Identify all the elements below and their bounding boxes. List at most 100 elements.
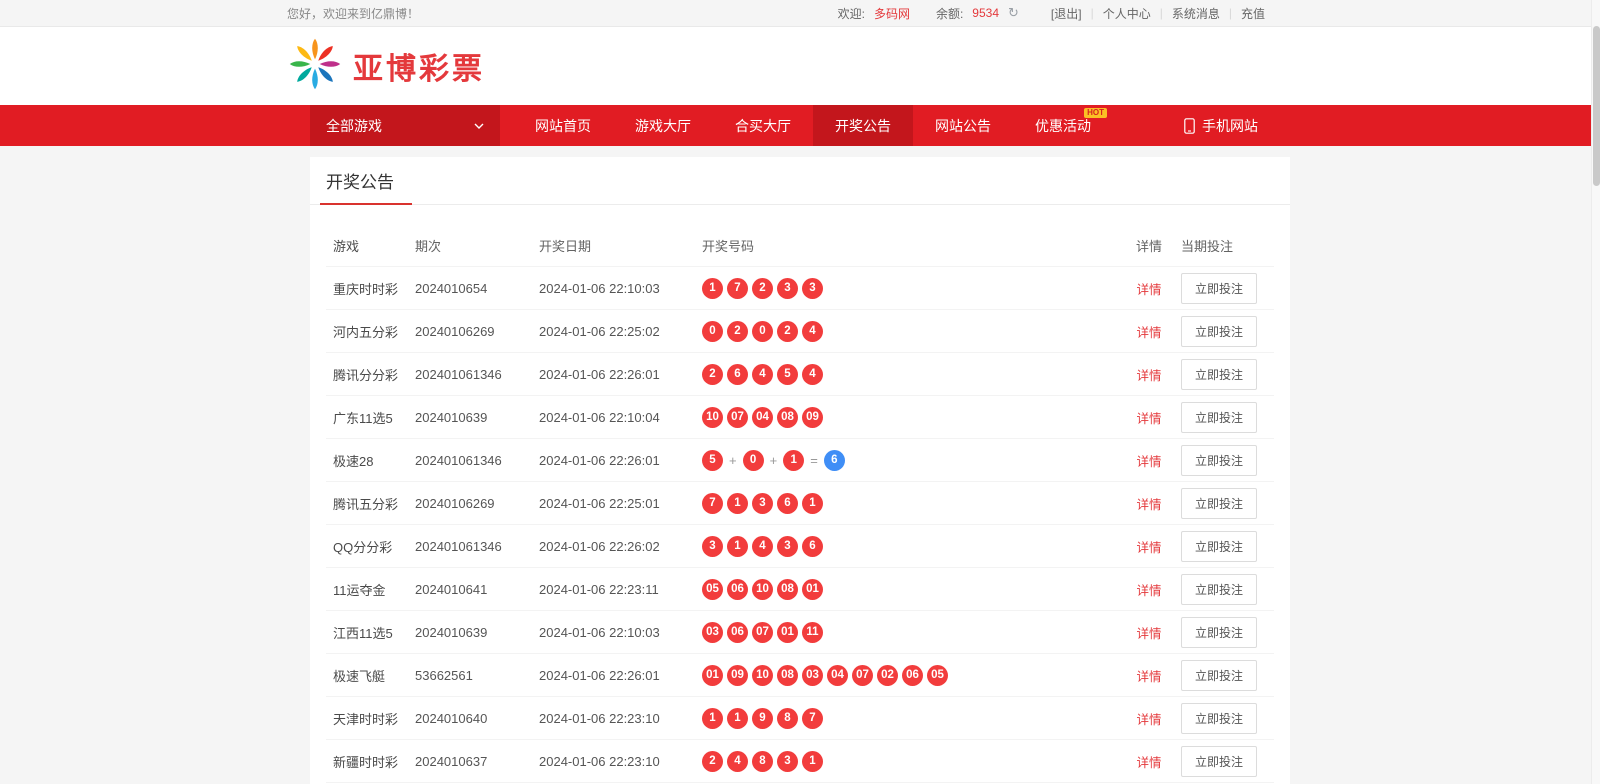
username: 多码网	[874, 5, 910, 22]
lottery-ball: 0	[752, 321, 773, 342]
draw-numbers: 17233	[702, 278, 1117, 299]
detail-link[interactable]: 详情	[1117, 666, 1181, 685]
draw-numbers: 11987	[702, 708, 1117, 729]
divider: |	[1091, 6, 1094, 20]
detail-link[interactable]: 详情	[1117, 537, 1181, 556]
draw-date: 2024-01-06 22:26:01	[539, 367, 702, 382]
bet-now-button[interactable]: 立即投注	[1181, 445, 1257, 476]
all-games-label: 全部游戏	[326, 116, 382, 136]
lottery-ball: 1	[802, 751, 823, 772]
nav-item-label: 优惠活动	[1035, 116, 1091, 136]
detail-link[interactable]: 详情	[1117, 451, 1181, 470]
draw-numbers: 0306070111	[702, 622, 1117, 643]
game-name: 腾讯五分彩	[326, 494, 415, 513]
lottery-ball: 01	[777, 622, 798, 643]
bet-now-button[interactable]: 立即投注	[1181, 617, 1257, 648]
lottery-ball: 8	[777, 708, 798, 729]
lottery-ball: 09	[727, 665, 748, 686]
period-number: 202401061346	[415, 453, 539, 468]
bet-now-button[interactable]: 立即投注	[1181, 660, 1257, 691]
lottery-ball: 08	[777, 579, 798, 600]
lottery-ball: 1	[727, 493, 748, 514]
bet-now-button[interactable]: 立即投注	[1181, 703, 1257, 734]
lottery-ball: 1	[783, 450, 804, 471]
bet-now-button[interactable]: 立即投注	[1181, 746, 1257, 777]
bet-now-button[interactable]: 立即投注	[1181, 273, 1257, 304]
topbar: 您好，欢迎来到亿鼎博！ 欢迎: 多码网 余额: 9534 ↻ [退出] | 个人…	[0, 0, 1600, 27]
table-row: 极速飞艇 53662561 2024-01-06 22:26:01 010910…	[326, 654, 1274, 697]
system-messages-link[interactable]: 系统消息	[1172, 5, 1220, 22]
lottery-ball: 3	[777, 751, 798, 772]
nav-item-site-announcement[interactable]: 网站公告	[913, 105, 1013, 146]
draw-date: 2024-01-06 22:23:10	[539, 754, 702, 769]
lottery-ball: 10	[752, 579, 773, 600]
draw-numbers: 01091008030407020605	[702, 665, 1117, 686]
logout-link[interactable]: [退出]	[1051, 5, 1082, 22]
draw-date: 2024-01-06 22:10:04	[539, 410, 702, 425]
draw-numbers: 71361	[702, 493, 1117, 514]
game-name: 广东11选5	[326, 408, 415, 427]
bet-now-button[interactable]: 立即投注	[1181, 402, 1257, 433]
table-row: 河内五分彩 20240106269 2024-01-06 22:25:02 02…	[326, 310, 1274, 353]
site-logo[interactable]: 亚博彩票	[287, 36, 485, 97]
bet-now-button[interactable]: 立即投注	[1181, 359, 1257, 390]
refresh-balance-icon[interactable]: ↻	[1008, 5, 1019, 21]
nav-item-label: 网站首页	[535, 116, 591, 136]
game-name: QQ分分彩	[326, 537, 415, 556]
user-center-link[interactable]: 个人中心	[1103, 5, 1151, 22]
table-header-row: 游戏 期次 开奖日期 开奖号码 详情 当期投注	[326, 205, 1274, 267]
lottery-ball: 03	[802, 665, 823, 686]
table-row: 腾讯五分彩 20240106269 2024-01-06 22:25:01 71…	[326, 482, 1274, 525]
nav-item-group-buy-hall[interactable]: 合买大厅	[713, 105, 813, 146]
lottery-table: 游戏 期次 开奖日期 开奖号码 详情 当期投注 重庆时时彩 2024010654…	[310, 205, 1290, 783]
all-games-dropdown[interactable]: 全部游戏	[310, 105, 500, 146]
game-name: 江西11选5	[326, 623, 415, 642]
lottery-ball: 0	[743, 450, 764, 471]
bet-now-button[interactable]: 立即投注	[1181, 488, 1257, 519]
detail-link[interactable]: 详情	[1117, 279, 1181, 298]
period-number: 2024010639	[415, 625, 539, 640]
period-number: 2024010639	[415, 410, 539, 425]
nav-item-game-hall[interactable]: 游戏大厅	[613, 105, 713, 146]
bet-now-button[interactable]: 立即投注	[1181, 574, 1257, 605]
detail-link[interactable]: 详情	[1117, 365, 1181, 384]
lottery-ball: 1	[702, 708, 723, 729]
lottery-ball: 1	[727, 536, 748, 557]
detail-link[interactable]: 详情	[1117, 494, 1181, 513]
lottery-ball: 2	[777, 321, 798, 342]
scrollbar-thumb[interactable]	[1593, 26, 1600, 186]
draw-numbers: 5+0+1=6	[702, 450, 1117, 471]
nav-item-mobile-site[interactable]: 手机网站	[1161, 105, 1281, 146]
scrollbar-track	[1591, 0, 1600, 784]
table-row: 天津时时彩 2024010640 2024-01-06 22:23:10 119…	[326, 697, 1274, 740]
table-row: 11运夺金 2024010641 2024-01-06 22:23:11 050…	[326, 568, 1274, 611]
game-name: 重庆时时彩	[326, 279, 415, 298]
topbar-account-area: 欢迎: 多码网 余额: 9534 ↻ [退出] | 个人中心 | 系统消息 | …	[838, 5, 1265, 22]
lottery-ball: 02	[877, 665, 898, 686]
lottery-ball: 8	[752, 751, 773, 772]
nav-item-home[interactable]: 网站首页	[513, 105, 613, 146]
detail-link[interactable]: 详情	[1117, 408, 1181, 427]
lottery-ball: 9	[752, 708, 773, 729]
period-number: 2024010641	[415, 582, 539, 597]
draw-date: 2024-01-06 22:10:03	[539, 281, 702, 296]
nav-item-lottery-announcement[interactable]: 开奖公告	[813, 105, 913, 146]
draw-numbers: 26454	[702, 364, 1117, 385]
game-name: 极速飞艇	[326, 666, 415, 685]
nav-item-promotions[interactable]: 优惠活动 HOT	[1013, 105, 1113, 146]
draw-date: 2024-01-06 22:25:01	[539, 496, 702, 511]
lottery-ball: 2	[702, 364, 723, 385]
detail-link[interactable]: 详情	[1117, 623, 1181, 642]
bet-now-button[interactable]: 立即投注	[1181, 316, 1257, 347]
detail-link[interactable]: 详情	[1117, 709, 1181, 728]
lottery-ball: 2	[727, 321, 748, 342]
bet-now-button[interactable]: 立即投注	[1181, 531, 1257, 562]
nav-item-label: 游戏大厅	[635, 116, 691, 136]
detail-link[interactable]: 详情	[1117, 580, 1181, 599]
detail-link[interactable]: 详情	[1117, 752, 1181, 771]
lottery-ball: 6	[777, 493, 798, 514]
recharge-link[interactable]: 充值	[1241, 5, 1265, 22]
lottery-ball: 06	[727, 579, 748, 600]
lottery-ball: 4	[727, 751, 748, 772]
detail-link[interactable]: 详情	[1117, 322, 1181, 341]
